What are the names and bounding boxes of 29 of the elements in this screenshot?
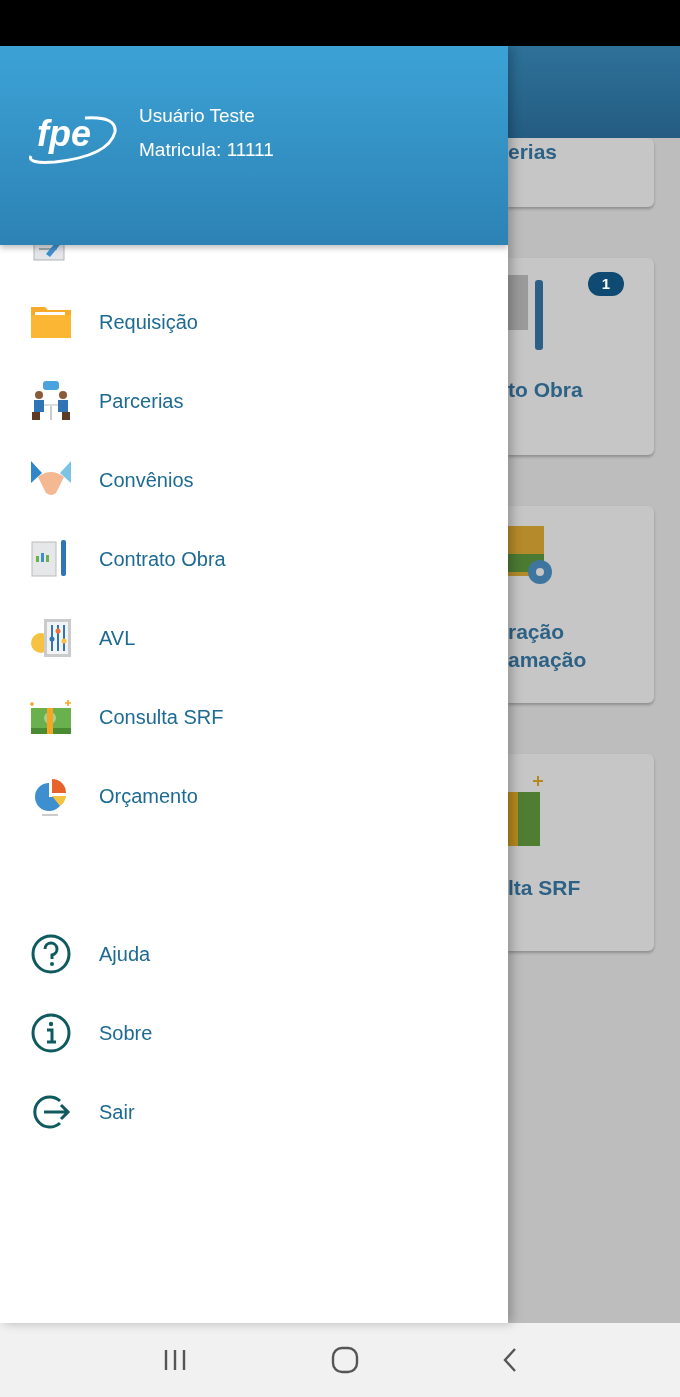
menu-card[interactable]: 1 to Obra: [508, 258, 654, 455]
help-icon: [30, 932, 72, 975]
card-title: to Obra: [508, 377, 583, 403]
card-title: lta SRF: [508, 875, 581, 901]
menu-item[interactable]: Ajuda: [0, 914, 508, 993]
menu-item[interactable]: Contrato Obra: [0, 519, 508, 598]
menu-item[interactable]: Parcerias: [0, 361, 508, 440]
menu-item[interactable]: Orçamento: [0, 756, 508, 835]
count-badge: 1: [588, 272, 624, 296]
menu-item[interactable]: Requisição: [0, 282, 508, 361]
home-icon[interactable]: [331, 1346, 359, 1374]
back-icon[interactable]: [502, 1347, 519, 1373]
menu-item[interactable]: Sobre: [0, 993, 508, 1072]
user-id: Matricula: 11111: [139, 138, 274, 162]
menu-card[interactable]: ração amação: [508, 506, 654, 703]
two-people-meeting-icon: [30, 379, 72, 422]
menu-item[interactable]: Convênios: [0, 440, 508, 519]
logo: fpe: [25, 110, 117, 166]
menu-card[interactable]: lta SRF: [508, 754, 654, 951]
menu-item[interactable]: Consulta SRF: [0, 677, 508, 756]
card-title: ração: [508, 619, 566, 645]
sliders-coin-icon: [30, 616, 72, 659]
menu-card[interactable]: erias: [508, 138, 654, 207]
menu-item[interactable]: Sair: [0, 1072, 508, 1151]
info-icon: [30, 1011, 72, 1054]
card-title: amação: [508, 647, 587, 673]
user-name: Usuário Teste: [139, 104, 256, 128]
card-title: erias: [508, 139, 558, 165]
menu-item[interactable]: AVL: [0, 598, 508, 677]
